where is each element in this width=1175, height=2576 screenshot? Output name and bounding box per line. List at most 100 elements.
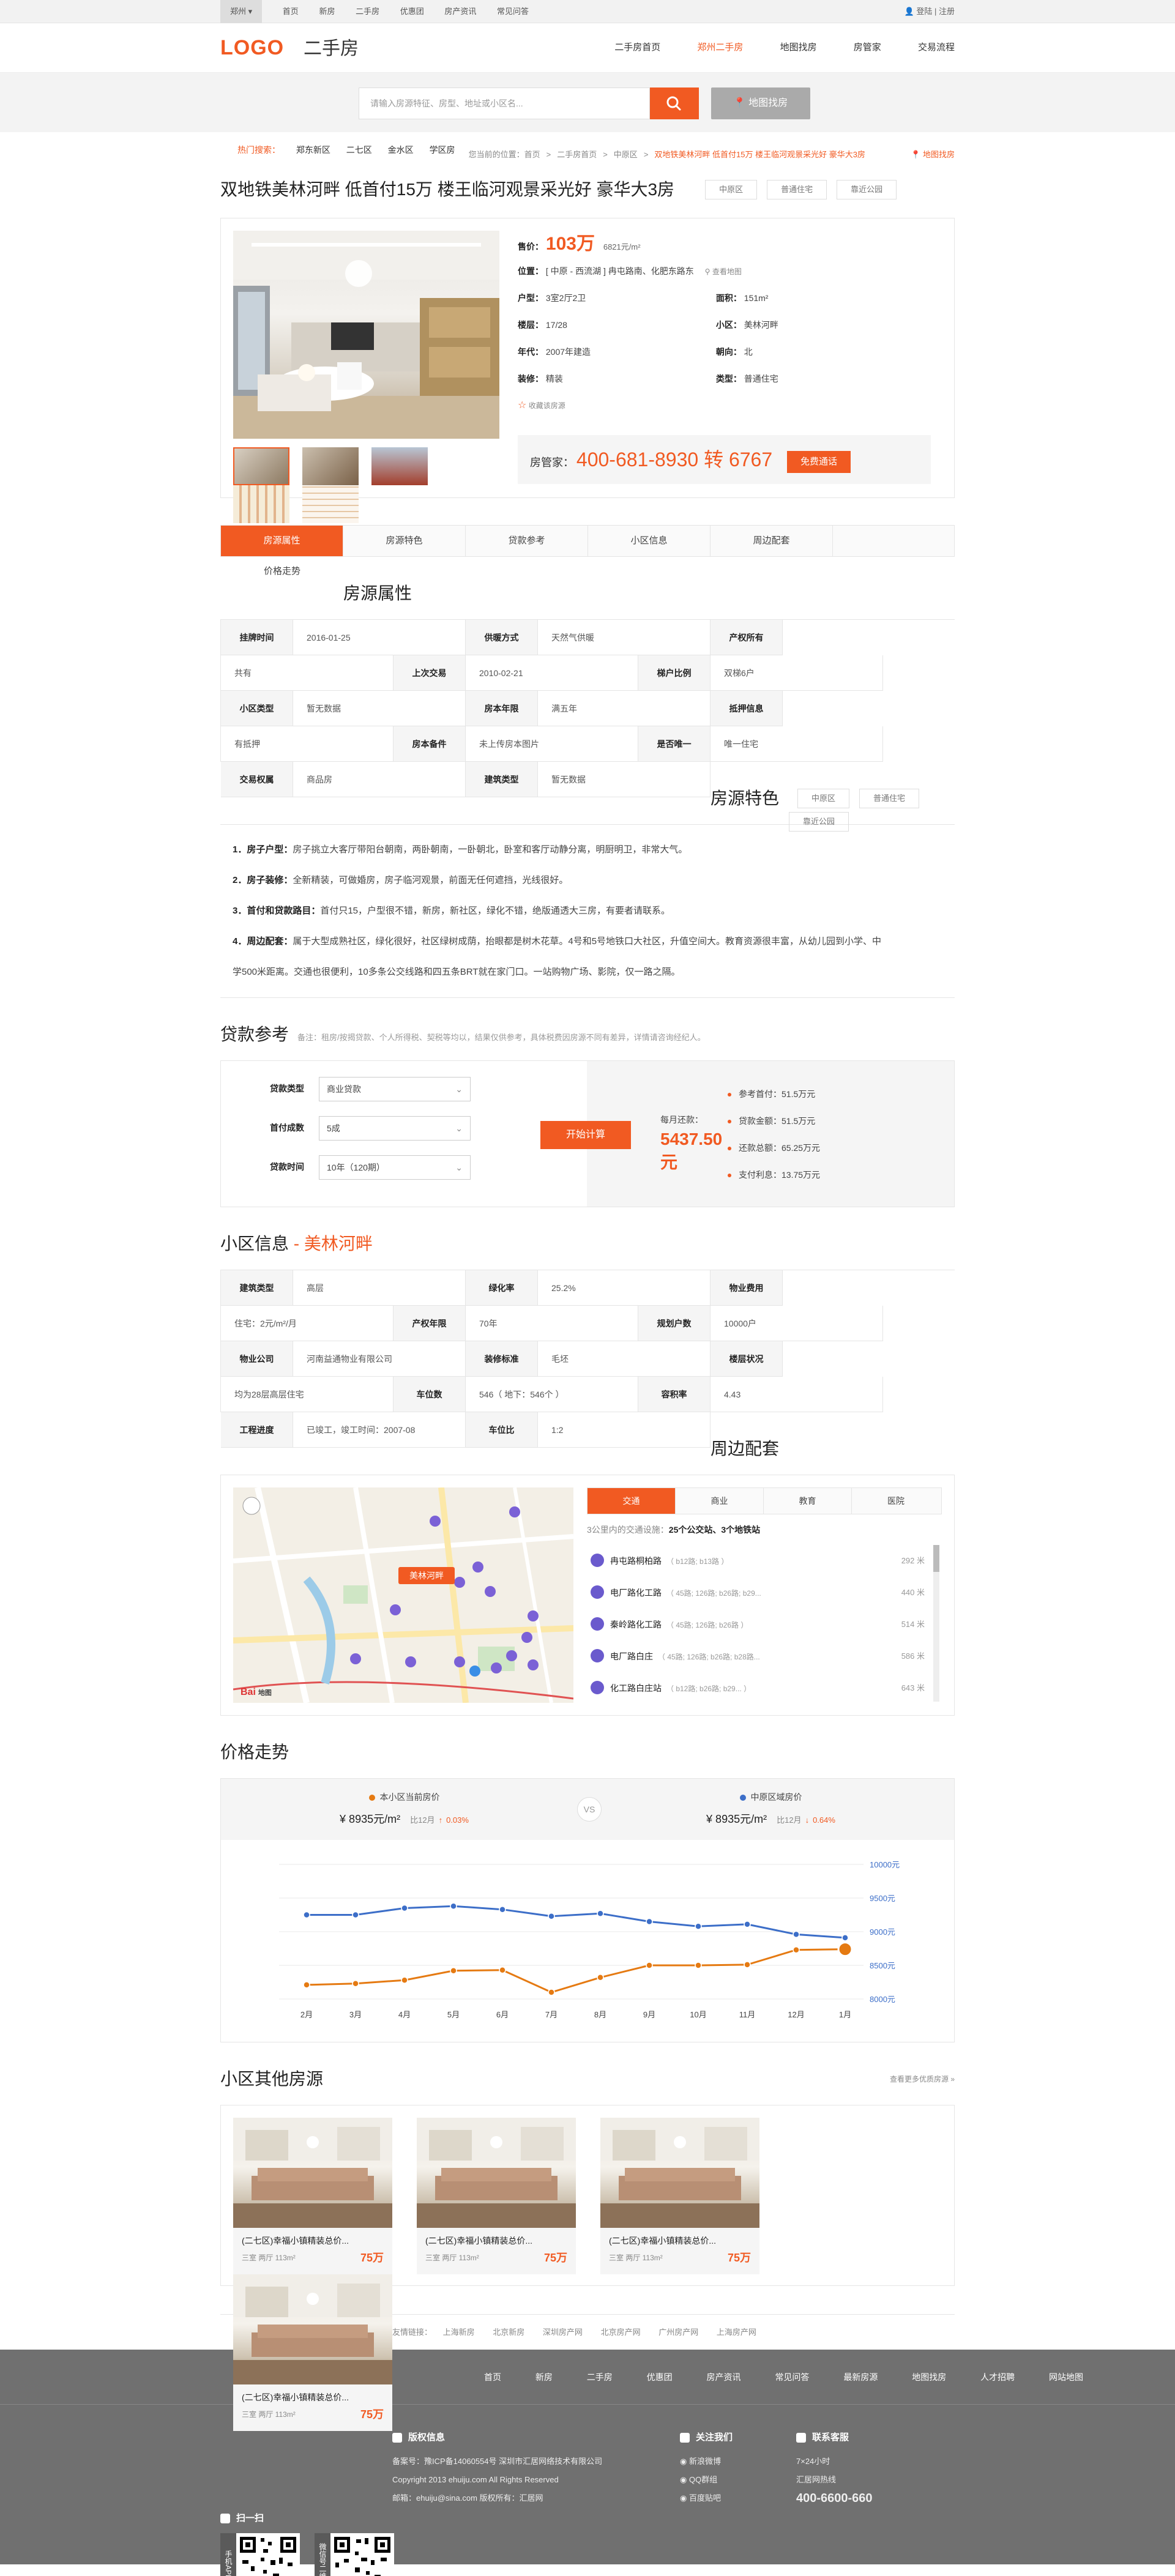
transit-summary: 3公里内的交通设施：25个公交站、3个地铁站 <box>587 1525 761 1535</box>
table-value: 暂无数据 <box>538 762 711 797</box>
footer-link[interactable]: 首页 <box>484 2372 501 2382</box>
search-button[interactable] <box>650 87 699 119</box>
loan-result-item: 贷款金额：51.5万元 <box>728 1107 881 1134</box>
list-item[interactable]: 冉屯路桐柏路（ b12路; b13路 ） 292 米 <box>587 1545 942 1577</box>
topbar-link-news[interactable]: 房产资讯 <box>444 0 476 23</box>
list-item[interactable]: 电厂路白庄（ 45路; 126路; b26路; b28路... 586 米 <box>587 1640 942 1672</box>
loan-type-select[interactable]: 商业贷款 ⌄ <box>319 1077 471 1101</box>
data-point <box>499 1966 506 1974</box>
loan-term-select[interactable]: 10年（120期） ⌄ <box>319 1155 471 1180</box>
footer-link[interactable]: 地图找房 <box>912 2372 946 2382</box>
topbar-link-second-hand[interactable]: 二手房 <box>356 0 379 23</box>
table-value: 10000户 <box>711 1306 883 1341</box>
footer-link[interactable]: 二手房 <box>587 2372 613 2382</box>
list-item[interactable]: 化工路白庄站（ b12路; b26路; b29... ） 643 米 <box>587 1672 942 1702</box>
surroundings-map[interactable]: 美林河畔 Bai 地图 <box>233 1487 573 1703</box>
footer-link[interactable]: 常见问答 <box>775 2372 809 2382</box>
tab-hospital[interactable]: 医院 <box>852 1488 940 1514</box>
search-bar: 请输入房源特征、房型、地址或小区名... 📍 地图找房 热门搜索： 郑东新区 二… <box>0 72 1175 155</box>
calculate-button[interactable]: 开始计算 <box>540 1121 631 1149</box>
topbar-link-home[interactable]: 首页 <box>283 0 299 23</box>
list-item[interactable]: 电厂路化工路（ 45路; 126路; b26路; b29... 440 米 <box>587 1577 942 1609</box>
tab-education[interactable]: 教育 <box>764 1488 852 1514</box>
down-payment-select[interactable]: 5成 ⌄ <box>319 1116 471 1141</box>
list-item[interactable]: 秦岭路化工路（ 45路; 126路; b26路 ） 514 米 <box>587 1609 942 1640</box>
nav-item-home[interactable]: 二手房首页 <box>614 23 660 72</box>
tab-surroundings[interactable]: 周边配套 <box>711 526 833 556</box>
nav-item-agent[interactable]: 房管家 <box>854 23 881 72</box>
map-search-link[interactable]: 地图找房 <box>923 150 955 159</box>
breadcrumb-link[interactable]: 首页 <box>524 150 540 159</box>
topbar-link-new-homes[interactable]: 新房 <box>319 0 335 23</box>
tieba-link[interactable]: ◉ 百度贴吧 <box>680 2489 796 2507</box>
favorite-button[interactable]: ☆ 收藏该房源 <box>518 392 931 419</box>
footer-link[interactable]: 房产资讯 <box>707 2372 741 2382</box>
data-point <box>401 1904 408 1912</box>
map-search-button[interactable]: 📍 地图找房 <box>711 87 810 119</box>
listing-card[interactable]: (二七区)幸福小镇精装总价... 三室 两厅 113m² 75万 <box>233 2118 392 2274</box>
x-tick-label: 11月 <box>739 2010 756 2019</box>
x-tick-label: 4月 <box>398 2010 411 2019</box>
loan-result-item: 参考首付：51.5万元 <box>728 1081 881 1107</box>
register-link[interactable]: 注册 <box>939 7 955 16</box>
thumbnail[interactable] <box>302 447 359 485</box>
thumbnail[interactable] <box>302 485 359 523</box>
tab-loan[interactable]: 贷款参考 <box>466 526 588 556</box>
footer-link[interactable]: 网站地图 <box>1049 2372 1083 2382</box>
friend-link[interactable]: 北京新房 <box>493 2328 524 2337</box>
scrollbar[interactable] <box>933 1545 939 1702</box>
free-call-button[interactable]: 免费通话 <box>787 451 851 474</box>
breadcrumb-link[interactable]: 二手房首页 <box>557 150 597 159</box>
friend-link[interactable]: 北京房产网 <box>601 2328 641 2337</box>
x-tick-label: 12月 <box>788 2010 804 2019</box>
tab-shopping[interactable]: 商业 <box>676 1488 764 1514</box>
weibo-link[interactable]: ◉ 新浪微博 <box>680 2452 796 2471</box>
friend-link[interactable]: 深圳房产网 <box>543 2328 583 2337</box>
tab-attributes[interactable]: 房源属性 <box>221 526 343 556</box>
price-compare: 本小区当前房价 ¥ 8935元/m² 比12月 ↑ 0.03% VS 中原区域房价 ¥… <box>221 1779 954 1840</box>
friend-link[interactable]: 广州房产网 <box>658 2328 698 2337</box>
friend-link[interactable]: 上海新房 <box>443 2328 475 2337</box>
more-listings-link[interactable]: 查看更多优质房源 » <box>890 2066 955 2093</box>
tab-transit[interactable]: 交通 <box>588 1488 676 1514</box>
footer-link[interactable]: 优惠团 <box>647 2372 673 2382</box>
friend-link[interactable]: 上海房产网 <box>717 2328 756 2337</box>
nav-item-map[interactable]: 地图找房 <box>780 23 817 72</box>
thumbnail[interactable] <box>233 485 289 523</box>
login-link[interactable]: 登陆 <box>916 7 932 16</box>
table-value: 住宅：2元/m²/月 <box>221 1306 394 1341</box>
tab-features[interactable]: 房源特色 <box>343 526 466 556</box>
table-value: 高层 <box>293 1270 466 1306</box>
footer-link[interactable]: 新房 <box>535 2372 553 2382</box>
listing-card[interactable]: (二七区)幸福小镇精装总价... 三室 两厅 113m² 75万 <box>600 2118 759 2274</box>
price-chart: 10000元 9500元 9000元 8500元 8000元 2月 3月 4月 5月 6月 7月 8月… <box>221 1840 954 2044</box>
table-label: 绿化率 <box>466 1270 538 1306</box>
qq-group-link[interactable]: ◉ QQ群组 <box>680 2471 796 2489</box>
thumbnail[interactable] <box>371 447 428 485</box>
listing-card-meta: 三室 两厅 113m² <box>425 2254 479 2262</box>
topbar-link-faq[interactable]: 常见问答 <box>497 0 529 23</box>
thumbnail[interactable] <box>233 447 289 485</box>
table-value: 546（ 地下：546个 ） <box>466 1377 638 1412</box>
x-tick-label: 5月 <box>447 2010 460 2019</box>
view-map-link[interactable]: ⚲ 查看地图 <box>705 267 742 276</box>
table-label: 建筑类型 <box>466 762 538 797</box>
listing-card[interactable]: (二七区)幸福小镇精装总价... 三室 两厅 113m² 75万 <box>417 2118 576 2274</box>
data-point <box>793 1930 800 1938</box>
search-input[interactable]: 请输入房源特征、房型、地址或小区名... <box>359 87 650 119</box>
listing-card-price: 75万 <box>360 2252 384 2264</box>
city-selector[interactable]: 郑州 ▾ <box>220 0 263 23</box>
nav-item-process[interactable]: 交易流程 <box>918 23 955 72</box>
topbar-link-group-deals[interactable]: 优惠团 <box>400 0 424 23</box>
footer-link[interactable]: 最新房源 <box>843 2372 878 2382</box>
breadcrumb-link[interactable]: 中原区 <box>614 150 638 159</box>
main-photo[interactable] <box>233 231 499 439</box>
tab-community[interactable]: 小区信息 <box>588 526 711 556</box>
footer-link[interactable]: 人才招聘 <box>980 2372 1015 2382</box>
logo[interactable]: LOGO <box>220 36 284 59</box>
tab-price-trend[interactable]: 价格走势 <box>221 556 343 587</box>
listing-card-meta: 三室 两厅 113m² <box>242 2254 296 2262</box>
nav-item-zhengzhou[interactable]: 郑州二手房 <box>697 23 743 72</box>
table-value: 毛坯 <box>538 1341 711 1377</box>
table-value: 共有 <box>221 655 394 691</box>
